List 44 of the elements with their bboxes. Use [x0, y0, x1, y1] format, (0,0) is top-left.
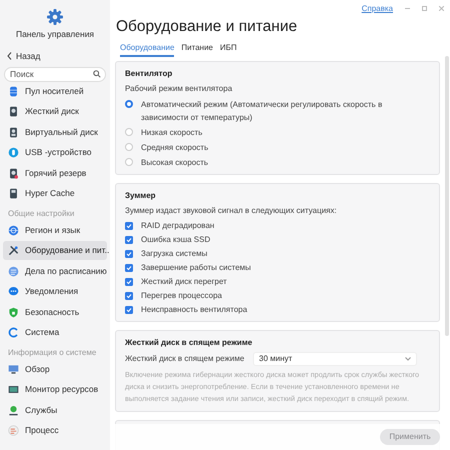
checkbox-label: Жесткий диск перегрет [141, 276, 227, 288]
radio-label: Автоматический режим (Автоматически регулировать скорость в зависимости от температуры) [141, 99, 384, 124]
back-link[interactable]: Назад [7, 50, 107, 62]
sidebar-section-heading: Общие настройки [7, 208, 76, 220]
sidebar-item[interactable]: Безопасность [3, 302, 107, 322]
section-title: Вентилятор [125, 68, 174, 80]
sidebar-item[interactable]: Оборудование и пит... [3, 241, 107, 260]
radio-label: Средняя скорость [141, 142, 208, 154]
sidebar-item[interactable]: Обзор [3, 360, 107, 378]
sidebar-item[interactable]: Монитор ресурсов [3, 380, 107, 399]
tab[interactable]: Оборудование [120, 41, 174, 57]
radio-label: Низкая скорость [141, 127, 202, 139]
tab[interactable]: Питание [181, 41, 213, 57]
checkbox-label: Неисправность вентилятора [141, 304, 248, 316]
checkbox-label: Ошибка кэша SSD [141, 234, 210, 246]
checkbox-label: RAID деградирован [141, 220, 214, 232]
checkbox-label: Завершение работы системы [141, 262, 251, 274]
section-title: Зуммер [125, 190, 157, 202]
sidebar-item[interactable]: Регион и язык [3, 220, 107, 240]
sidebar-item[interactable]: USB -устройство [3, 143, 107, 162]
tab[interactable]: ИБП [220, 41, 237, 57]
sidebar-item[interactable]: Дела по расписанию [3, 262, 107, 280]
search-field[interactable]: Поиск [4, 66, 106, 82]
page-title: Оборудование и питание [116, 17, 298, 37]
checkbox-label: Загрузка системы [141, 248, 208, 260]
sidebar-item[interactable]: Уведомления [3, 282, 107, 301]
help-link[interactable]: Справка [362, 2, 393, 14]
field-label: Жесткий диск в спящем режиме [125, 353, 246, 365]
sidebar-section-heading: Информация о системе [7, 346, 98, 358]
sidebar-title: Панель управления [14, 28, 96, 41]
sidebar-item[interactable]: Система [3, 323, 107, 342]
radio-label: Высокая скорость [141, 157, 208, 169]
checkbox-label: Перегрев процессора [141, 290, 222, 302]
sleep-time-dropdown[interactable]: 30 минут [253, 352, 417, 366]
sidebar-item[interactable]: Виртуальный диск [3, 122, 107, 142]
sidebar-item[interactable]: Службы [3, 400, 107, 420]
sidebar-item[interactable]: Процесс [3, 421, 107, 440]
sidebar-item[interactable]: Жесткий диск [3, 102, 107, 121]
section-subtitle: Зуммер издаст звуковой сигнал в следующих ситуациях: [125, 205, 338, 217]
sidebar-item[interactable]: Горячий резерв [3, 164, 107, 182]
sidebar-item[interactable]: Hyper Cache [3, 184, 107, 203]
section-title: Жесткий диск в спящем режиме [125, 337, 254, 349]
section-subtitle: Рабочий режим вентилятора [125, 83, 234, 95]
sidebar-item[interactable]: Пул носителей [3, 82, 107, 100]
